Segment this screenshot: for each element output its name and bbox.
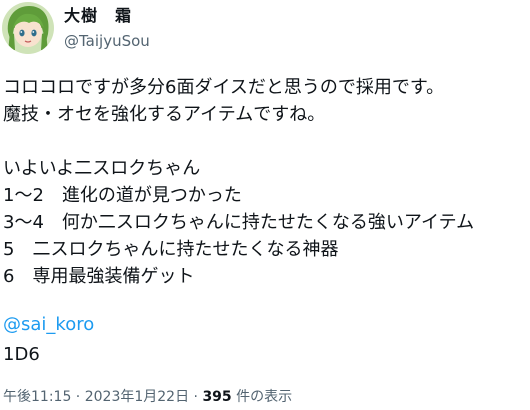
tweet-text-line: 6 専用最強装備ゲット <box>3 266 195 287</box>
tweet-time[interactable]: 午後11:15 <box>3 389 71 405</box>
author-display-name[interactable]: 大樹 霜 <box>64 6 150 26</box>
tweet: 大樹 霜 @TaijyuSou コロコロですが多分6面ダイスだと思うので採用です… <box>0 0 530 410</box>
tweet-date[interactable]: 2023年1月22日 <box>85 389 189 405</box>
tweet-text: コロコロですが多分6面ダイスだと思うので採用です。 魔技・オセを強化するアイテム… <box>3 74 527 290</box>
meta-separator: · <box>71 389 85 405</box>
author-info: 大樹 霜 @TaijyuSou <box>64 6 150 50</box>
tweet-text-line: 3〜4 何か二スロクちゃんに持たせたくなる強いアイテム <box>3 212 475 233</box>
tweet-text-line <box>3 128 527 155</box>
tweet-text-line: 5 二スロクちゃんに持たせたくなる神器 <box>3 239 339 260</box>
dice-text: 1D6 <box>3 344 40 365</box>
tweet-text-line: コロコロですが多分6面ダイスだと思うので採用です。 <box>3 77 445 98</box>
views-count: 395 <box>202 389 232 405</box>
tweet-meta: 午後11:15 · 2023年1月22日 · 395 件の表示 <box>3 388 292 406</box>
tweet-text-line: 1〜2 進化の道が見つかった <box>3 185 242 206</box>
avatar-image <box>2 2 54 54</box>
meta-separator: · <box>189 389 203 405</box>
tweet-text-line: いよいよ二スロクちゃん <box>3 158 201 179</box>
author-handle[interactable]: @TaijyuSou <box>64 32 150 50</box>
avatar[interactable] <box>2 2 54 54</box>
mention-link[interactable]: @sai_koro <box>3 313 94 337</box>
views-label: 件の表示 <box>231 389 293 405</box>
tweet-text-line: 魔技・オセを強化するアイテムですね。 <box>3 104 326 125</box>
